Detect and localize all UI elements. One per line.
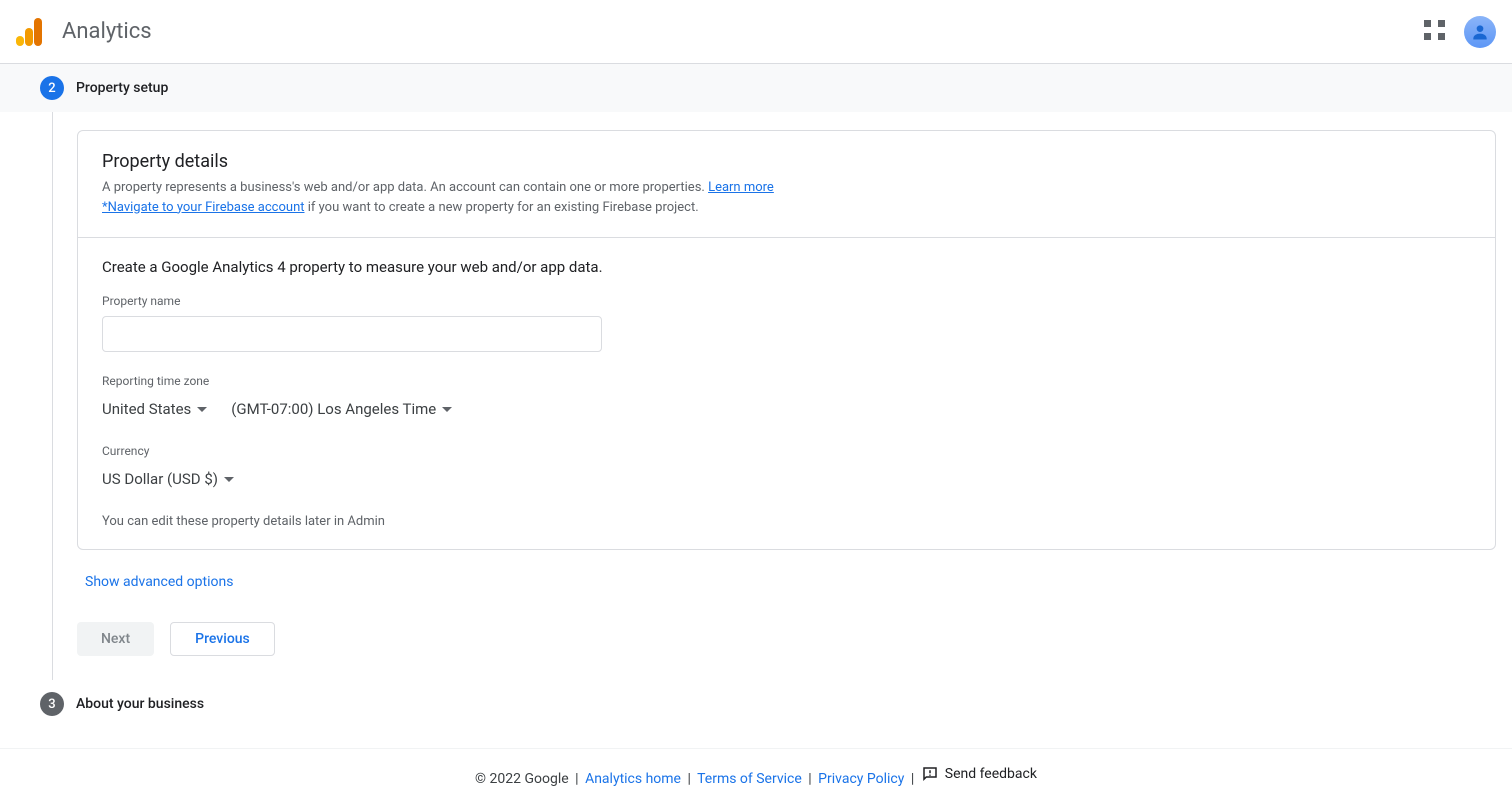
show-advanced-link[interactable]: Show advanced options [85,574,233,590]
step-2-badge: 2 [40,76,64,100]
app-header: Analytics [0,0,1512,64]
step-2-header: 2 Property setup [0,64,1512,112]
desc-text-2: if you want to create a new property for… [305,200,699,215]
step-2-title: Property setup [76,80,168,96]
property-name-input[interactable] [102,316,602,352]
step-2-body: Property details A property represents a… [52,112,1496,680]
user-avatar[interactable] [1464,16,1496,48]
feedback-label: Send feedback [945,766,1037,782]
privacy-link[interactable]: Privacy Policy [818,771,904,787]
firebase-link[interactable]: *Navigate to your Firebase account [102,200,305,215]
timezone-group: Reporting time zone United States (GMT-0… [102,374,1471,422]
chevron-down-icon [197,407,207,412]
feedback-icon [921,765,939,783]
step-3-header: 3 About your business [0,680,1512,728]
step-3-badge: 3 [40,692,64,716]
person-icon [1470,22,1490,42]
currency-dropdown[interactable]: US Dollar (USD $) [102,466,234,492]
property-name-group: Property name [102,294,1471,352]
admin-hint: You can edit these property details late… [102,514,1471,529]
header-right [1424,16,1496,48]
header-left: Analytics [16,18,152,46]
currency-value: US Dollar (USD $) [102,470,218,488]
button-row: Next Previous [77,622,1496,656]
timezone-value: (GMT-07:00) Los Angeles Time [231,400,436,418]
send-feedback-button[interactable]: Send feedback [921,765,1037,783]
app-title: Analytics [62,19,152,44]
timezone-dropdown[interactable]: (GMT-07:00) Los Angeles Time [231,396,452,422]
currency-label: Currency [102,444,1471,458]
chevron-down-icon [442,407,452,412]
learn-more-link[interactable]: Learn more [708,180,774,195]
previous-button[interactable]: Previous [170,622,275,656]
step-3-title: About your business [76,696,204,712]
copyright-text: © 2022 Google [475,771,569,787]
footer: © 2022 Google | Analytics home | Terms o… [0,748,1512,803]
desc-text-1: A property represents a business's web a… [102,180,708,195]
timezone-label: Reporting time zone [102,374,1471,388]
apps-grid-icon[interactable] [1424,20,1448,44]
property-card: Property details A property represents a… [77,130,1496,550]
form-heading: Create a Google Analytics 4 property to … [102,258,1471,276]
property-details-section: Property details A property represents a… [78,131,1495,237]
property-details-desc: A property represents a business's web a… [102,178,1471,217]
country-dropdown[interactable]: United States [102,396,207,422]
currency-group: Currency US Dollar (USD $) [102,444,1471,492]
terms-link[interactable]: Terms of Service [697,771,802,787]
property-details-title: Property details [102,151,1471,172]
country-value: United States [102,400,191,418]
analytics-logo-icon [16,18,42,46]
property-form-section: Create a Google Analytics 4 property to … [78,237,1495,549]
analytics-home-link[interactable]: Analytics home [585,771,681,787]
next-button[interactable]: Next [77,622,154,656]
property-name-label: Property name [102,294,1471,308]
chevron-down-icon [224,477,234,482]
